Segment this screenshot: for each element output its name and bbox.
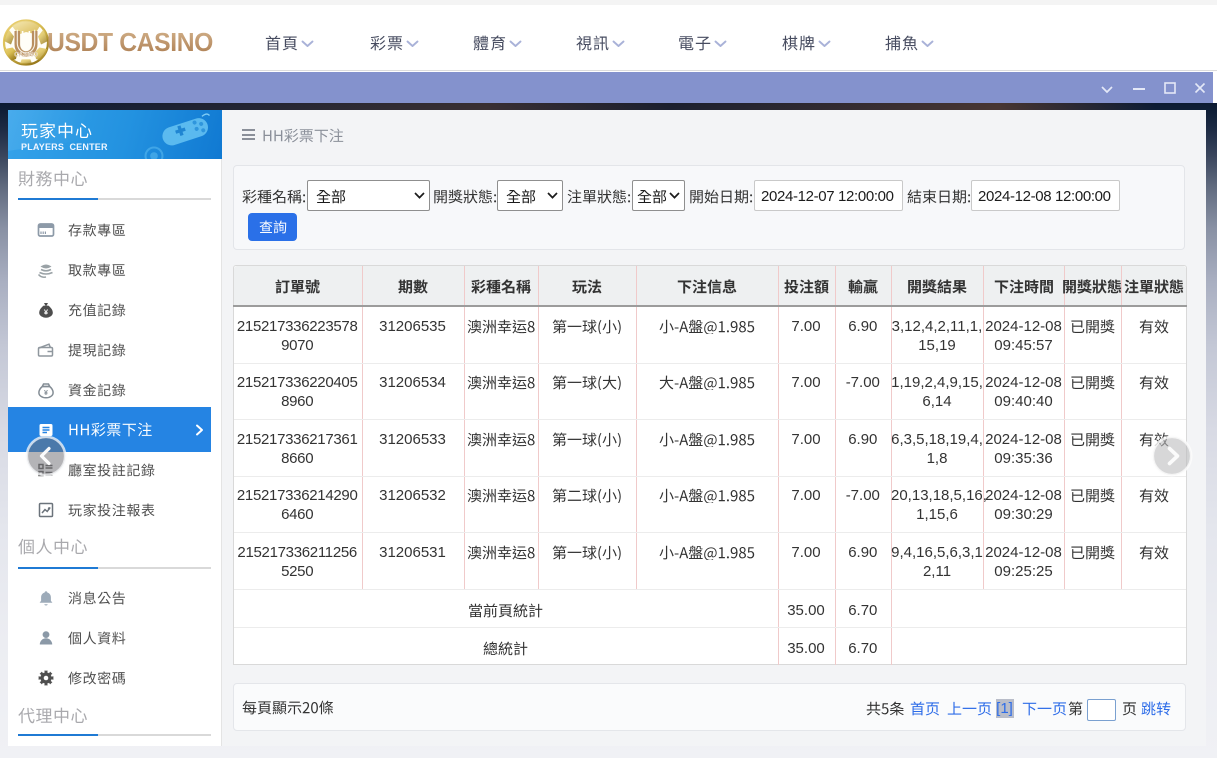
svg-text:CASINO: CASINO: [14, 53, 38, 59]
svg-text:¥: ¥: [44, 389, 48, 396]
